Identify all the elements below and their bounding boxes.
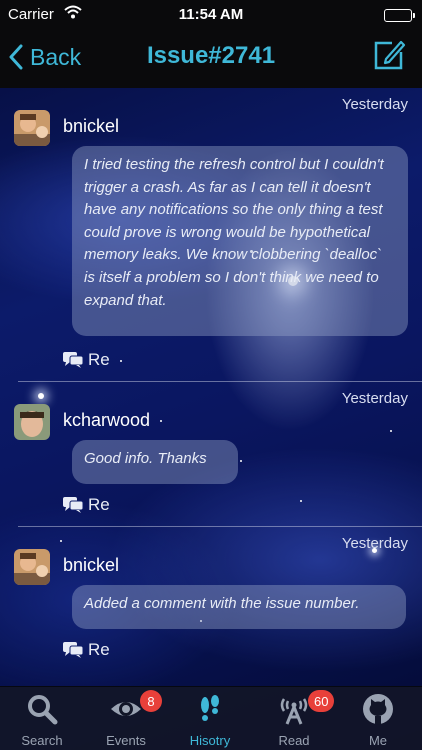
comment-date: Yesterday — [341, 96, 408, 113]
status-time: 11:54 AM — [178, 6, 244, 23]
tab-label: Search — [21, 733, 63, 748]
broadcast-icon — [280, 698, 308, 725]
avatar[interactable] — [14, 404, 50, 440]
comment-bubble: I tried testing the refresh control but … — [72, 146, 408, 336]
reply-button[interactable]: Re — [62, 350, 110, 370]
divider — [18, 526, 422, 527]
reply-label: Re — [88, 350, 110, 369]
comment-author[interactable]: bnickel — [63, 555, 119, 576]
avatar[interactable] — [14, 549, 50, 585]
read-badge: 60 — [308, 690, 335, 712]
compose-button[interactable] — [372, 38, 406, 72]
comment-bubble: Added a comment with the issue number. — [72, 585, 406, 629]
comment-item: Yesterday bnickel I tried testing the re… — [0, 90, 422, 380]
reply-icon — [63, 497, 84, 513]
reply-icon — [63, 352, 84, 368]
comment-date: Yesterday — [341, 390, 408, 407]
reply-label: Re — [88, 640, 110, 659]
reply-icon — [63, 642, 84, 658]
tab-search[interactable]: Search — [0, 687, 84, 750]
comment-item: Yesterday kcharwood Good info. Thanks Re — [0, 384, 422, 524]
divider — [18, 381, 422, 382]
page-title: Issue#2741 — [146, 42, 276, 69]
navigation-bar: Back Issue#2741 — [0, 30, 422, 86]
tab-read[interactable]: 60 Read — [252, 687, 336, 750]
tab-me[interactable]: Me — [336, 687, 420, 750]
reply-label: Re — [88, 495, 110, 514]
comment-date: Yesterday — [341, 535, 408, 552]
tab-label: Hisotry — [189, 733, 231, 748]
tab-label: Me — [368, 733, 388, 748]
reply-button[interactable]: Re — [62, 495, 110, 515]
tab-label: Read — [278, 733, 310, 748]
avatar[interactable] — [14, 110, 50, 146]
footprints-icon — [201, 695, 219, 721]
comment-author[interactable]: bnickel — [63, 116, 119, 137]
github-octocat-icon — [363, 694, 393, 724]
tab-events[interactable]: 8 Events — [84, 687, 168, 750]
events-badge: 8 — [140, 690, 162, 712]
battery-icon — [384, 9, 415, 22]
search-icon — [28, 695, 58, 725]
status-bar: Carrier 11:54 AM — [0, 0, 422, 30]
tab-history[interactable]: Hisotry — [168, 687, 252, 750]
tab-label: Events — [106, 733, 146, 748]
comment-bubble: Good info. Thanks — [72, 440, 238, 484]
top-bar: Carrier 11:54 AM Back Issue#2741 — [0, 0, 422, 88]
comment-author[interactable]: kcharwood — [63, 410, 150, 431]
eye-icon — [111, 702, 141, 716]
tab-bar: Search 8 Events Hisotry 60 Read Me — [0, 686, 422, 750]
reply-button[interactable]: Re — [62, 640, 110, 660]
comment-item: Yesterday bnickel Added a comment with t… — [0, 529, 422, 679]
compose-icon — [374, 40, 406, 70]
